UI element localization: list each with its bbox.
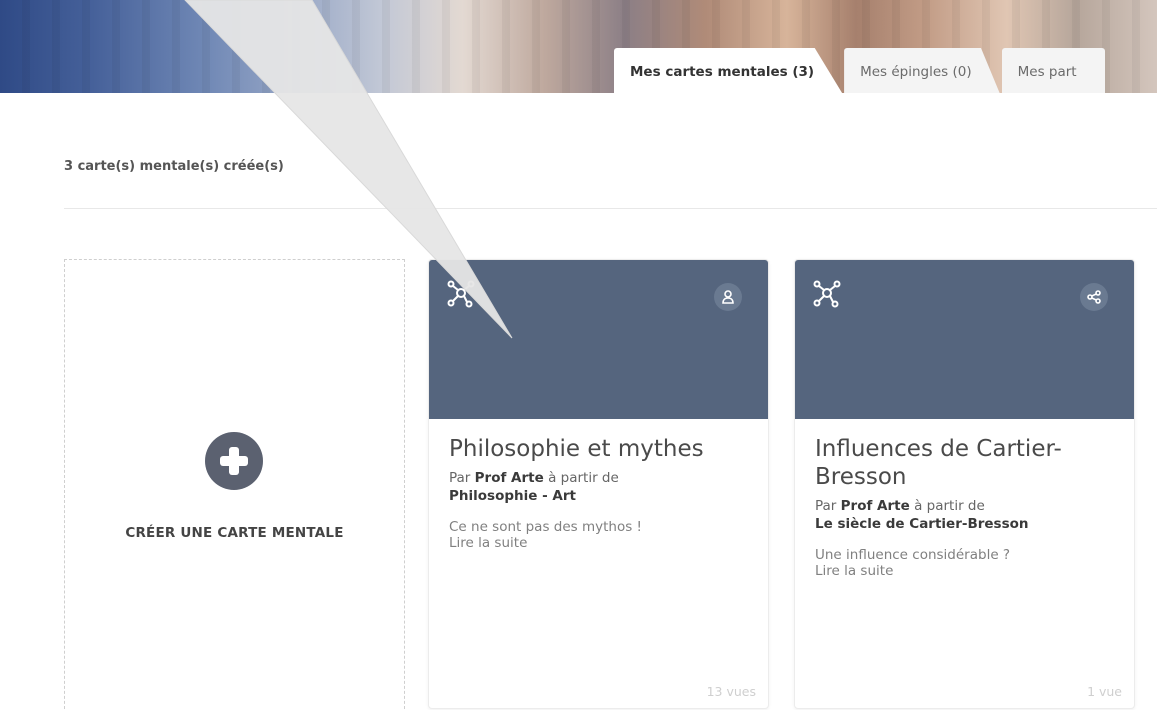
card-body: Influences de Cartier-Bresson Par Prof A…: [815, 435, 1116, 579]
card-excerpt: Une influence considérable ?: [815, 547, 1011, 563]
card-excerpt: Ce ne sont pas des mythos !: [449, 519, 642, 535]
user-badge[interactable]: [714, 283, 742, 311]
card-source[interactable]: Philosophie - Art: [449, 487, 750, 505]
divider: [64, 208, 1157, 209]
card-author-line: Par Prof Arte à partir de: [815, 497, 1116, 515]
mind-map-card[interactable]: Philosophie et mythes Par Prof Arte à pa…: [428, 259, 769, 709]
share-badge[interactable]: [1080, 283, 1108, 311]
card-author-line: Par Prof Arte à partir de: [449, 469, 750, 487]
by-prefix: Par: [815, 498, 837, 514]
mind-map-card[interactable]: Influences de Cartier-Bresson Par Prof A…: [794, 259, 1135, 709]
by-suffix: à partir de: [914, 498, 985, 514]
card-body: Philosophie et mythes Par Prof Arte à pa…: [449, 435, 750, 551]
tab-pins[interactable]: Mes épingles (0): [844, 48, 1000, 93]
create-mind-map-button[interactable]: CRÉER UNE CARTE MENTALE: [64, 259, 405, 710]
tab-mind-maps[interactable]: Mes cartes mentales (3): [614, 48, 843, 93]
profile-tabs: Mes cartes mentales (3) Mes épingles (0)…: [614, 48, 1105, 93]
share-icon: [1087, 290, 1101, 304]
card-header: [795, 260, 1134, 419]
card-title[interactable]: Influences de Cartier-Bresson: [815, 435, 1116, 491]
page: Mes cartes mentales (3) Mes épingles (0)…: [0, 0, 1157, 710]
tab-shares[interactable]: Mes part: [1001, 48, 1105, 93]
by-suffix: à partir de: [548, 470, 619, 486]
plus-circle-icon: [205, 432, 263, 490]
read-more-link[interactable]: Lire la suite: [449, 535, 750, 551]
create-mind-map-label: CRÉER UNE CARTE MENTALE: [125, 525, 344, 541]
card-source[interactable]: Le siècle de Cartier-Bresson: [815, 515, 1116, 533]
author-name[interactable]: Prof Arte: [475, 470, 544, 486]
mind-map-count: 3 carte(s) mentale(s) créée(s): [64, 159, 284, 174]
card-header: [429, 260, 768, 419]
view-count: 1 vue: [1087, 684, 1122, 699]
author-name[interactable]: Prof Arte: [841, 498, 910, 514]
by-prefix: Par: [449, 470, 471, 486]
mind-map-icon: [447, 280, 475, 308]
mind-map-icon: [813, 280, 841, 308]
user-icon: [722, 290, 734, 304]
read-more-link[interactable]: Lire la suite: [815, 563, 1116, 579]
card-title[interactable]: Philosophie et mythes: [449, 435, 750, 463]
view-count: 13 vues: [706, 684, 756, 699]
